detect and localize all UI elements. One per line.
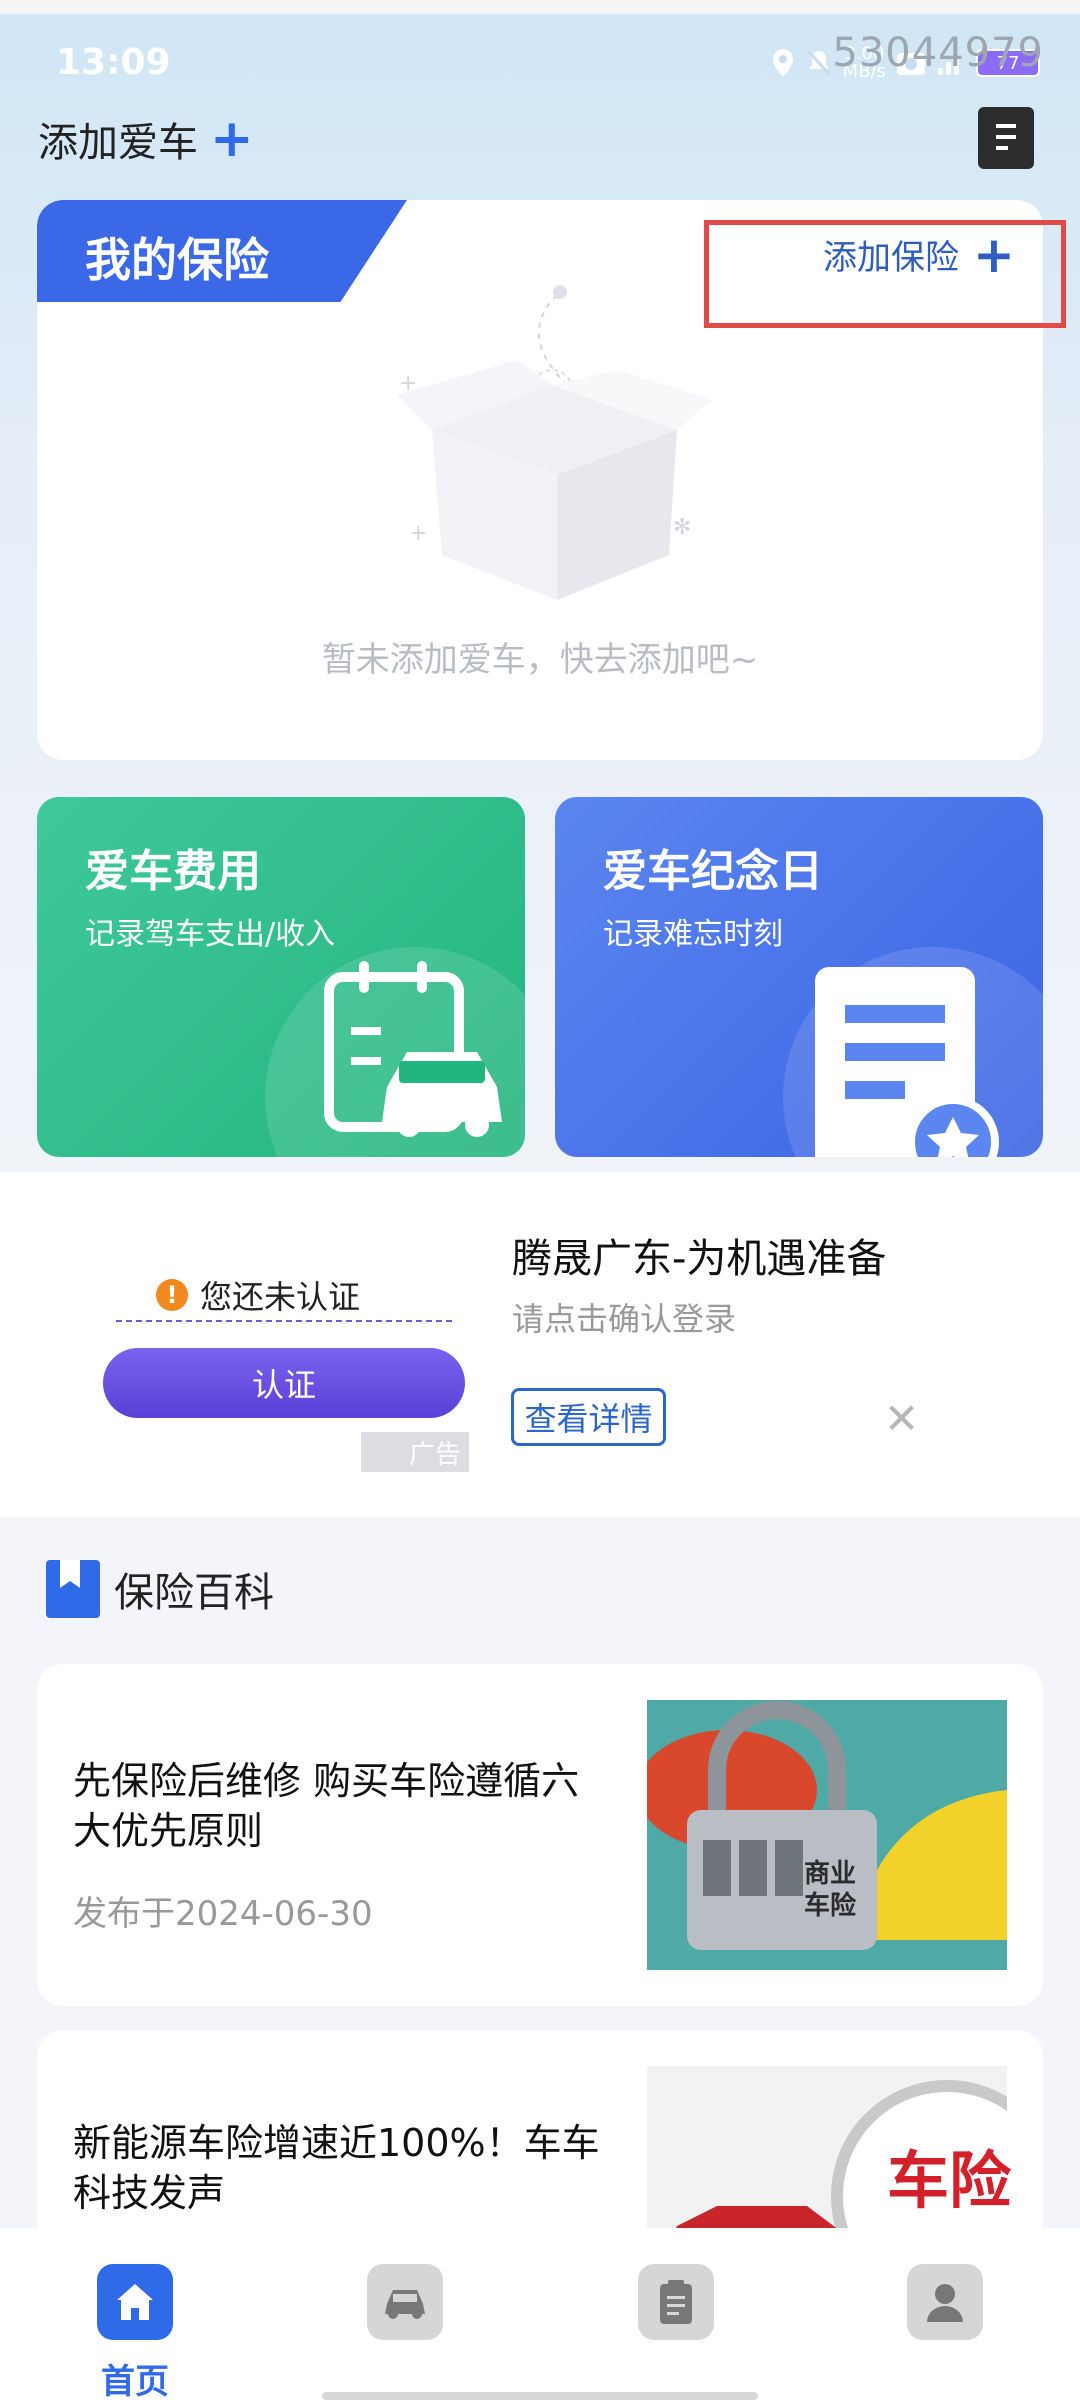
article-date: 发布于2024-06-30 (73, 1894, 373, 1934)
top-strip (0, 0, 1080, 14)
plus-icon: + (210, 109, 254, 169)
add-car-button[interactable]: 添加爱车 + (38, 110, 254, 168)
ad-subtitle: 请点击确认登录 (512, 1300, 737, 1338)
certify-warning: ! 您还未认证 (156, 1272, 360, 1318)
nav-home-label: 首页 (101, 2362, 169, 2402)
home-indicator (322, 2392, 758, 2400)
calendar-car-icon (324, 961, 502, 1137)
car-expense-tile[interactable]: 爱车费用 记录驾车支出/收入 (37, 797, 525, 1157)
article-thumbnail-lock (647, 1700, 1007, 1970)
thumbnail-label-car: 车险 (887, 2144, 1012, 2217)
car-icon (385, 2290, 425, 2319)
tile-subtitle: 记录难忘时刻 (603, 917, 783, 952)
home-icon (117, 2284, 153, 2320)
menu-button[interactable] (978, 107, 1034, 169)
certify-button[interactable]: 认证 (103, 1348, 465, 1418)
svg-text:+: + (399, 371, 417, 396)
svg-text:+: + (409, 521, 427, 546)
dashed-divider (116, 1320, 452, 1322)
car-anniversary-tile[interactable]: 爱车纪念日 记录难忘时刻 (555, 797, 1043, 1157)
tile-title: 爱车费用 (85, 846, 261, 897)
bottom-nav: 首页 (0, 2228, 1080, 2408)
tile-subtitle: 记录驾车支出/收入 (85, 917, 336, 952)
certify-warning-text: 您还未认证 (200, 1278, 361, 1316)
article-title: 先保险后维修 购买车险遵循六大优先原则 (73, 1759, 580, 1853)
thumbnail-label: 商业 车险 (804, 1858, 856, 1922)
empty-state-text: 暂未添加爱车，快去添加吧~ (321, 640, 759, 680)
ad-title: 腾晟广东-为机遇准备 (512, 1236, 887, 1282)
thumbnail-label-line2: 车险 (804, 1891, 857, 1921)
insurance-tab: 我的保险 (37, 200, 407, 302)
status-time: 13:09 (56, 42, 171, 83)
article-title: 新能源车险增速近100%！车车科技发声 (73, 2121, 600, 2215)
nav-car-button[interactable] (367, 2264, 443, 2340)
view-details-button[interactable]: 查看详情 (511, 1388, 666, 1446)
list-icon (996, 124, 1016, 150)
user-icon (927, 2284, 963, 2322)
clipboard-icon (660, 2280, 692, 2324)
highlight-box (704, 220, 1066, 328)
svg-text:✻: ✻ (673, 515, 691, 540)
document-star-icon (815, 967, 999, 1157)
close-icon[interactable]: ✕ (884, 1394, 919, 1443)
mute-icon (806, 49, 831, 77)
ad-banner[interactable]: ! 您还未认证 认证 广告 腾晟广东-为机遇准备 请点击确认登录 查看详情 ✕ (0, 1172, 1080, 1517)
warning-icon: ! (156, 1279, 188, 1311)
tile-title: 爱车纪念日 (603, 846, 823, 897)
nav-profile-button[interactable] (907, 2264, 983, 2340)
overlay-number: 53044979 (832, 30, 1044, 76)
ad-tag: 广告 (361, 1432, 469, 1472)
add-car-label: 添加爱车 (38, 120, 198, 166)
nav-home-button[interactable] (97, 2264, 173, 2340)
thumbnail-label-line1: 商业 (804, 1859, 857, 1889)
location-icon (772, 49, 793, 77)
book-icon (46, 1560, 100, 1618)
article-card[interactable]: 先保险后维修 购买车险遵循六大优先原则 发布于2024-06-30 (37, 1664, 1043, 2006)
insurance-tab-title: 我的保险 (85, 233, 269, 287)
wiki-title: 保险百科 (114, 1570, 274, 1616)
empty-box-icon: + + ✻ (397, 285, 712, 600)
insurance-wiki-header: 保险百科 (46, 1560, 274, 1618)
nav-records-button[interactable] (638, 2264, 714, 2340)
